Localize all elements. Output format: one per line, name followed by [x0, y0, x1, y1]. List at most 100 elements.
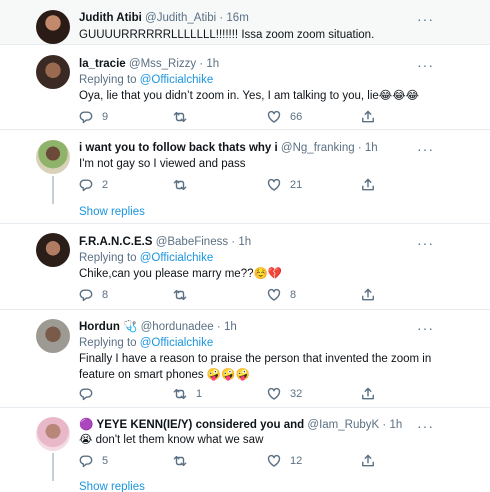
reply-count: 8: [102, 289, 109, 301]
author-handle[interactable]: @Judith_Atibi: [145, 12, 216, 24]
author-name[interactable]: YEYE KENN(IE/Y) considered you and: [97, 419, 305, 431]
author-handle[interactable]: @Ng_franking: [281, 142, 355, 154]
show-replies-link[interactable]: Show replies: [79, 206, 145, 218]
avatar[interactable]: [36, 55, 70, 89]
avatar[interactable]: [36, 10, 70, 44]
tweet-yeye-kenn[interactable]: 🟣 YEYE KENN(IE/Y) considered you and @Ia…: [0, 408, 490, 492]
reply-icon: [79, 111, 93, 124]
share-icon: [362, 454, 374, 467]
show-replies-link[interactable]: Show replies: [79, 481, 145, 492]
tweet-text: Oya, lie that you didn’t zoom in. Yes, I…: [79, 90, 420, 102]
like-button[interactable]: 21: [267, 178, 302, 192]
retweet-button[interactable]: 1: [173, 387, 202, 401]
tweet-actions: 1 32: [79, 387, 399, 403]
replying-to: Replying to @Officialchike: [79, 250, 213, 266]
tweet-frances[interactable]: F.R.A.N.C.E.S @BabeFiness · 1h ··· Reply…: [0, 224, 490, 310]
like-icon: [267, 454, 281, 467]
timestamp[interactable]: 1h: [238, 236, 251, 248]
tweet-actions: 8 8: [79, 288, 399, 304]
more-icon[interactable]: ···: [417, 419, 434, 433]
author-name[interactable]: Judith Atibi: [79, 12, 142, 24]
author-name[interactable]: Hordun: [79, 321, 120, 333]
separator: ·: [231, 236, 236, 248]
reply-button[interactable]: 8: [79, 288, 108, 302]
like-icon: [267, 110, 281, 123]
tweet-header: 🟣 YEYE KENN(IE/Y) considered you and @Ia…: [79, 417, 450, 433]
share-icon: [362, 387, 374, 400]
share-icon: [362, 110, 374, 123]
like-button[interactable]: 66: [267, 110, 302, 124]
retweet-icon: [173, 111, 187, 123]
avatar[interactable]: [36, 140, 70, 174]
more-icon[interactable]: ···: [417, 236, 434, 250]
reply-button[interactable]: [79, 387, 102, 401]
reply-icon: [79, 455, 93, 468]
retweet-button[interactable]: [173, 454, 196, 468]
share-button[interactable]: [361, 387, 375, 401]
tweet-header: la_tracie @Mss_Rizzy · 1h: [79, 56, 450, 72]
author-name[interactable]: i want you to follow back thats why i: [79, 142, 278, 154]
tweet-actions: 9 66: [79, 110, 399, 126]
tweet-ng-franking[interactable]: i want you to follow back thats why i @N…: [0, 130, 490, 224]
share-icon: [362, 288, 374, 301]
share-button[interactable]: [361, 178, 375, 192]
avatar[interactable]: [36, 319, 70, 353]
share-button[interactable]: [361, 288, 375, 302]
separator: ·: [382, 419, 387, 431]
timestamp[interactable]: 1h: [224, 321, 237, 333]
retweet-button[interactable]: [173, 110, 196, 124]
timestamp[interactable]: 1h: [389, 419, 402, 431]
like-button[interactable]: 8: [267, 288, 296, 302]
more-icon[interactable]: ···: [417, 58, 434, 72]
retweet-button[interactable]: [173, 178, 196, 192]
reply-icon: [79, 388, 93, 401]
retweet-icon: [173, 455, 187, 467]
retweet-icon: [173, 289, 187, 301]
like-icon: [267, 178, 281, 191]
tweet-text: GUUUURRRRRRLLLLLLL!!!!!!! Issa zoom zoom…: [79, 29, 375, 41]
more-icon[interactable]: ···: [417, 142, 434, 156]
avatar[interactable]: [36, 233, 70, 267]
tweet-header: F.R.A.N.C.E.S @BabeFiness · 1h: [79, 234, 450, 250]
more-icon[interactable]: ···: [417, 321, 434, 335]
reply-button[interactable]: 5: [79, 454, 108, 468]
author-name[interactable]: la_tracie: [79, 58, 126, 70]
replying-label: Replying to: [79, 74, 137, 86]
like-count: 32: [290, 388, 303, 400]
more-icon[interactable]: ···: [417, 12, 434, 26]
author-handle[interactable]: @BabeFiness: [156, 236, 228, 248]
separator: ·: [357, 142, 362, 154]
share-button[interactable]: [361, 454, 375, 468]
like-icon: [267, 288, 281, 301]
timestamp[interactable]: 16m: [226, 12, 248, 24]
mention-link[interactable]: @Officialchike: [140, 337, 213, 349]
author-name[interactable]: F.R.A.N.C.E.S: [79, 236, 152, 248]
separator: ·: [216, 321, 221, 333]
author-handle[interactable]: @Iam_RubyK: [307, 419, 379, 431]
like-button[interactable]: 12: [267, 454, 302, 468]
timestamp[interactable]: 1h: [365, 142, 378, 154]
retweet-count: 1: [196, 388, 203, 400]
replying-to: Replying to @Officialchike: [79, 72, 213, 88]
tweet-judith[interactable]: Judith Atibi @Judith_Atibi · 16m ··· GUU…: [0, 0, 490, 45]
separator: ·: [199, 58, 204, 70]
like-count: 12: [290, 455, 303, 467]
reply-button[interactable]: 9: [79, 110, 108, 124]
tweet-hordun[interactable]: Hordun 🩺 @hordunadee · 1h ··· Replying t…: [0, 310, 490, 408]
tweet-la-tracie[interactable]: la_tracie @Mss_Rizzy · 1h ··· Replying t…: [0, 45, 490, 130]
mention-link[interactable]: @Officialchike: [140, 74, 213, 86]
like-count: 66: [290, 111, 303, 123]
timestamp[interactable]: 1h: [206, 58, 219, 70]
retweet-button[interactable]: [173, 288, 196, 302]
author-handle[interactable]: @hordunadee: [141, 321, 214, 333]
like-icon: [267, 387, 281, 400]
author-handle[interactable]: @Mss_Rizzy: [129, 58, 196, 70]
replying-to: Replying to @Officialchike: [79, 335, 213, 351]
share-button[interactable]: [361, 110, 375, 124]
tweet-actions: 5 12: [79, 454, 399, 470]
mention-link[interactable]: @Officialchike: [140, 252, 213, 264]
reply-button[interactable]: 2: [79, 178, 108, 192]
avatar[interactable]: [36, 417, 70, 451]
like-button[interactable]: 32: [267, 387, 302, 401]
thread-line: [52, 176, 54, 204]
